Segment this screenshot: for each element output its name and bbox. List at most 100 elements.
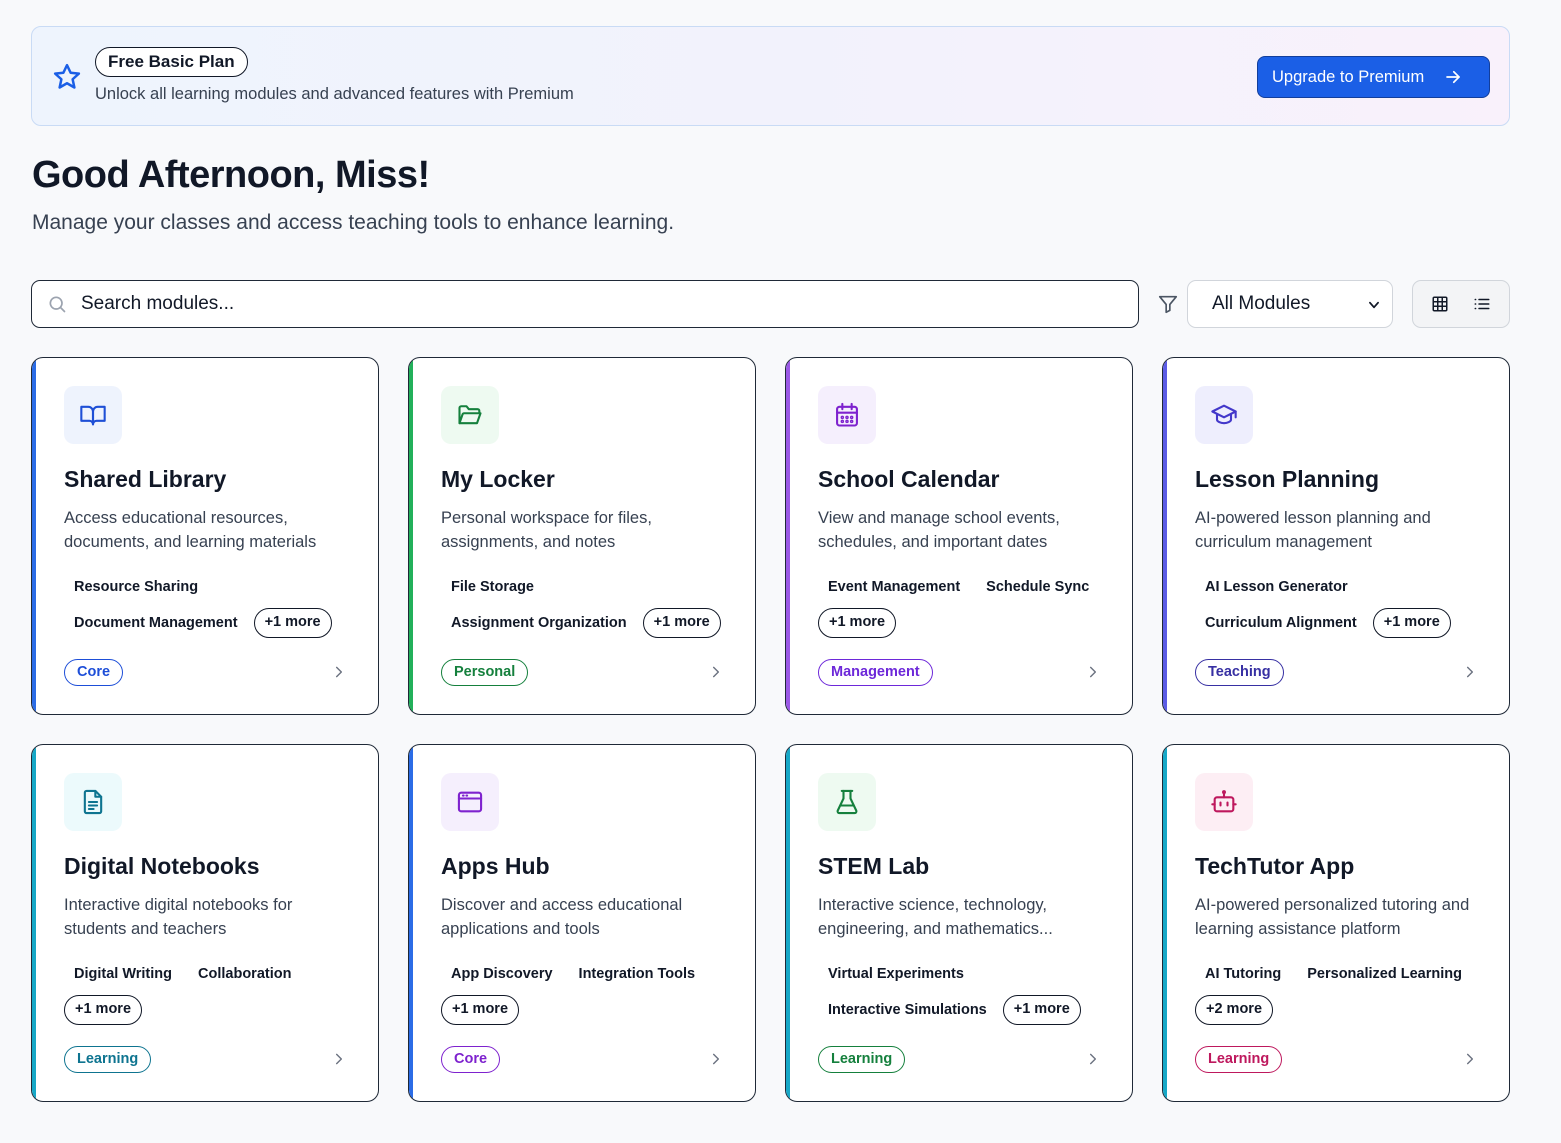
- module-card-lesson-planning[interactable]: Lesson Planning AI-powered lesson planni…: [1162, 357, 1510, 715]
- more-tags-button[interactable]: +1 more: [642, 608, 721, 638]
- card-title: School Calendar: [818, 466, 1000, 492]
- card-description: Interactive science, technology, enginee…: [818, 896, 1053, 938]
- arrow-right-icon: [1446, 70, 1461, 84]
- feature-tag: AI Lesson Generator: [1205, 579, 1348, 595]
- chevron-right-icon: [1466, 1053, 1474, 1065]
- calendar-icon: [836, 402, 858, 427]
- feature-tag: Curriculum Alignment: [1205, 615, 1357, 631]
- module-card-shared-library[interactable]: Shared Library Access educational resour…: [31, 357, 379, 715]
- card-icon-tile: [1195, 386, 1253, 444]
- category-badge: Core: [64, 659, 124, 686]
- card-description: AI-powered personalized tutoring and lea…: [1195, 896, 1470, 938]
- feature-tag: Personalized Learning: [1307, 966, 1462, 982]
- card-title: STEM Lab: [818, 853, 930, 879]
- chevron-down-icon: [1369, 301, 1379, 309]
- feature-tag: Integration Tools: [578, 966, 696, 982]
- category-badge: Core: [441, 1046, 501, 1073]
- premium-banner: Free Basic Plan Unlock all learning modu…: [31, 26, 1510, 126]
- view-toggle: [1412, 280, 1510, 328]
- book-open-icon: [80, 405, 106, 426]
- banner-message: Unlock all learning modules and advanced…: [95, 85, 574, 103]
- card-title: Shared Library: [64, 466, 227, 492]
- feature-tag: Assignment Organization: [451, 615, 627, 631]
- upgrade-button-label: Upgrade to Premium: [1272, 67, 1425, 86]
- chevron-right-icon: [712, 666, 720, 678]
- feature-tag: Resource Sharing: [74, 579, 199, 595]
- card-description: Discover and access educational applicat…: [441, 896, 683, 938]
- card-title: Digital Notebooks: [64, 853, 260, 879]
- category-badge: Learning: [64, 1046, 152, 1073]
- card-icon-tile: [818, 773, 876, 831]
- more-tags-button[interactable]: +1 more: [441, 995, 520, 1025]
- card-tags: Resource Sharing Document Management +1 mo…: [64, 572, 364, 638]
- chevron-right-icon: [1089, 666, 1097, 678]
- card-accent-bar: [786, 745, 790, 1101]
- module-card-my-locker[interactable]: My Locker Personal workspace for files, …: [408, 357, 756, 715]
- card-tags: Digital Writing Collaboration +1 more: [64, 959, 364, 1025]
- card-title: My Locker: [441, 466, 555, 492]
- module-card-digital-notebooks[interactable]: Digital Notebooks Interactive digital no…: [31, 744, 379, 1102]
- more-tags-button[interactable]: +1 more: [818, 608, 897, 638]
- module-filter-value: All Modules: [1212, 293, 1311, 314]
- chevron-right-icon: [335, 1053, 343, 1065]
- card-tags: AI Tutoring Personalized Learning +2 more: [1195, 959, 1495, 1025]
- search-icon: [49, 296, 66, 313]
- feature-tag: App Discovery: [451, 966, 553, 982]
- more-tags-button[interactable]: +1 more: [64, 995, 143, 1025]
- star-icon: [53, 63, 81, 89]
- list-view-button[interactable]: [1462, 286, 1502, 322]
- graduation-cap-icon: [1211, 404, 1237, 425]
- more-tags-button[interactable]: +1 more: [1372, 608, 1451, 638]
- plan-badge: Free Basic Plan: [95, 47, 248, 77]
- card-description: View and manage school events, schedules…: [818, 509, 1060, 551]
- feature-tag: AI Tutoring: [1205, 966, 1282, 982]
- card-accent-bar: [409, 745, 413, 1101]
- feature-tag: Document Management: [74, 615, 238, 631]
- more-tags-button[interactable]: +1 more: [1002, 995, 1081, 1025]
- app-window-icon: [457, 791, 483, 813]
- module-card-apps-hub[interactable]: Apps Hub Discover and access educational…: [408, 744, 756, 1102]
- category-badge: Personal: [441, 659, 529, 686]
- folder-open-icon: [458, 405, 482, 425]
- card-tags: App Discovery Integration Tools +1 more: [441, 959, 741, 1025]
- chevron-right-icon: [1089, 1053, 1097, 1065]
- page-title: Good Afternoon, Miss!: [32, 154, 430, 196]
- card-icon-tile: [1195, 773, 1253, 831]
- list-view-icon: [1474, 298, 1490, 310]
- search-input[interactable]: [81, 293, 1138, 315]
- feature-tag: Collaboration: [198, 966, 292, 982]
- feature-tag: Virtual Experiments: [828, 966, 964, 982]
- more-tags-button[interactable]: +1 more: [253, 608, 332, 638]
- file-text-icon: [83, 789, 103, 815]
- card-icon-tile: [64, 773, 122, 831]
- upgrade-button[interactable]: Upgrade to Premium: [1257, 56, 1490, 98]
- chevron-right-icon: [1466, 666, 1474, 678]
- grid-view-button[interactable]: [1420, 286, 1460, 322]
- card-icon-tile: [64, 386, 122, 444]
- card-accent-bar: [409, 358, 413, 714]
- module-card-techtutor-app[interactable]: TechTutor App AI-powered personalized tu…: [1162, 744, 1510, 1102]
- card-tags: File Storage Assignment Organization +1 mo…: [441, 572, 741, 638]
- card-icon-tile: [818, 386, 876, 444]
- category-badge: Management: [818, 659, 933, 686]
- more-tags-button[interactable]: +2 more: [1195, 995, 1274, 1025]
- card-title: TechTutor App: [1195, 853, 1355, 879]
- card-tags: Event Management Schedule Sync +1 more: [818, 572, 1118, 638]
- card-title: Lesson Planning: [1195, 466, 1380, 492]
- card-accent-bar: [32, 358, 36, 714]
- filter-icon: [1158, 295, 1178, 314]
- module-filter-select[interactable]: All Modules: [1187, 280, 1393, 328]
- page-subtitle: Manage your classes and access teaching …: [32, 211, 675, 234]
- module-card-stem-lab[interactable]: STEM Lab Interactive science, technology…: [785, 744, 1133, 1102]
- card-icon-tile: [441, 773, 499, 831]
- card-description: Personal workspace for files, assignment…: [441, 509, 652, 551]
- feature-tag: Schedule Sync: [986, 579, 1090, 595]
- feature-tag: Interactive Simulations: [828, 1002, 987, 1018]
- module-card-school-calendar[interactable]: School Calendar View and manage school e…: [785, 357, 1133, 715]
- category-badge: Learning: [1195, 1046, 1283, 1073]
- grid-view-icon: [1432, 296, 1448, 312]
- card-description: AI-powered lesson planning and curriculu…: [1195, 509, 1431, 551]
- search-bar[interactable]: [31, 280, 1139, 328]
- card-tags: Virtual Experiments Interactive Simulatio…: [818, 959, 1118, 1025]
- card-accent-bar: [1163, 358, 1167, 714]
